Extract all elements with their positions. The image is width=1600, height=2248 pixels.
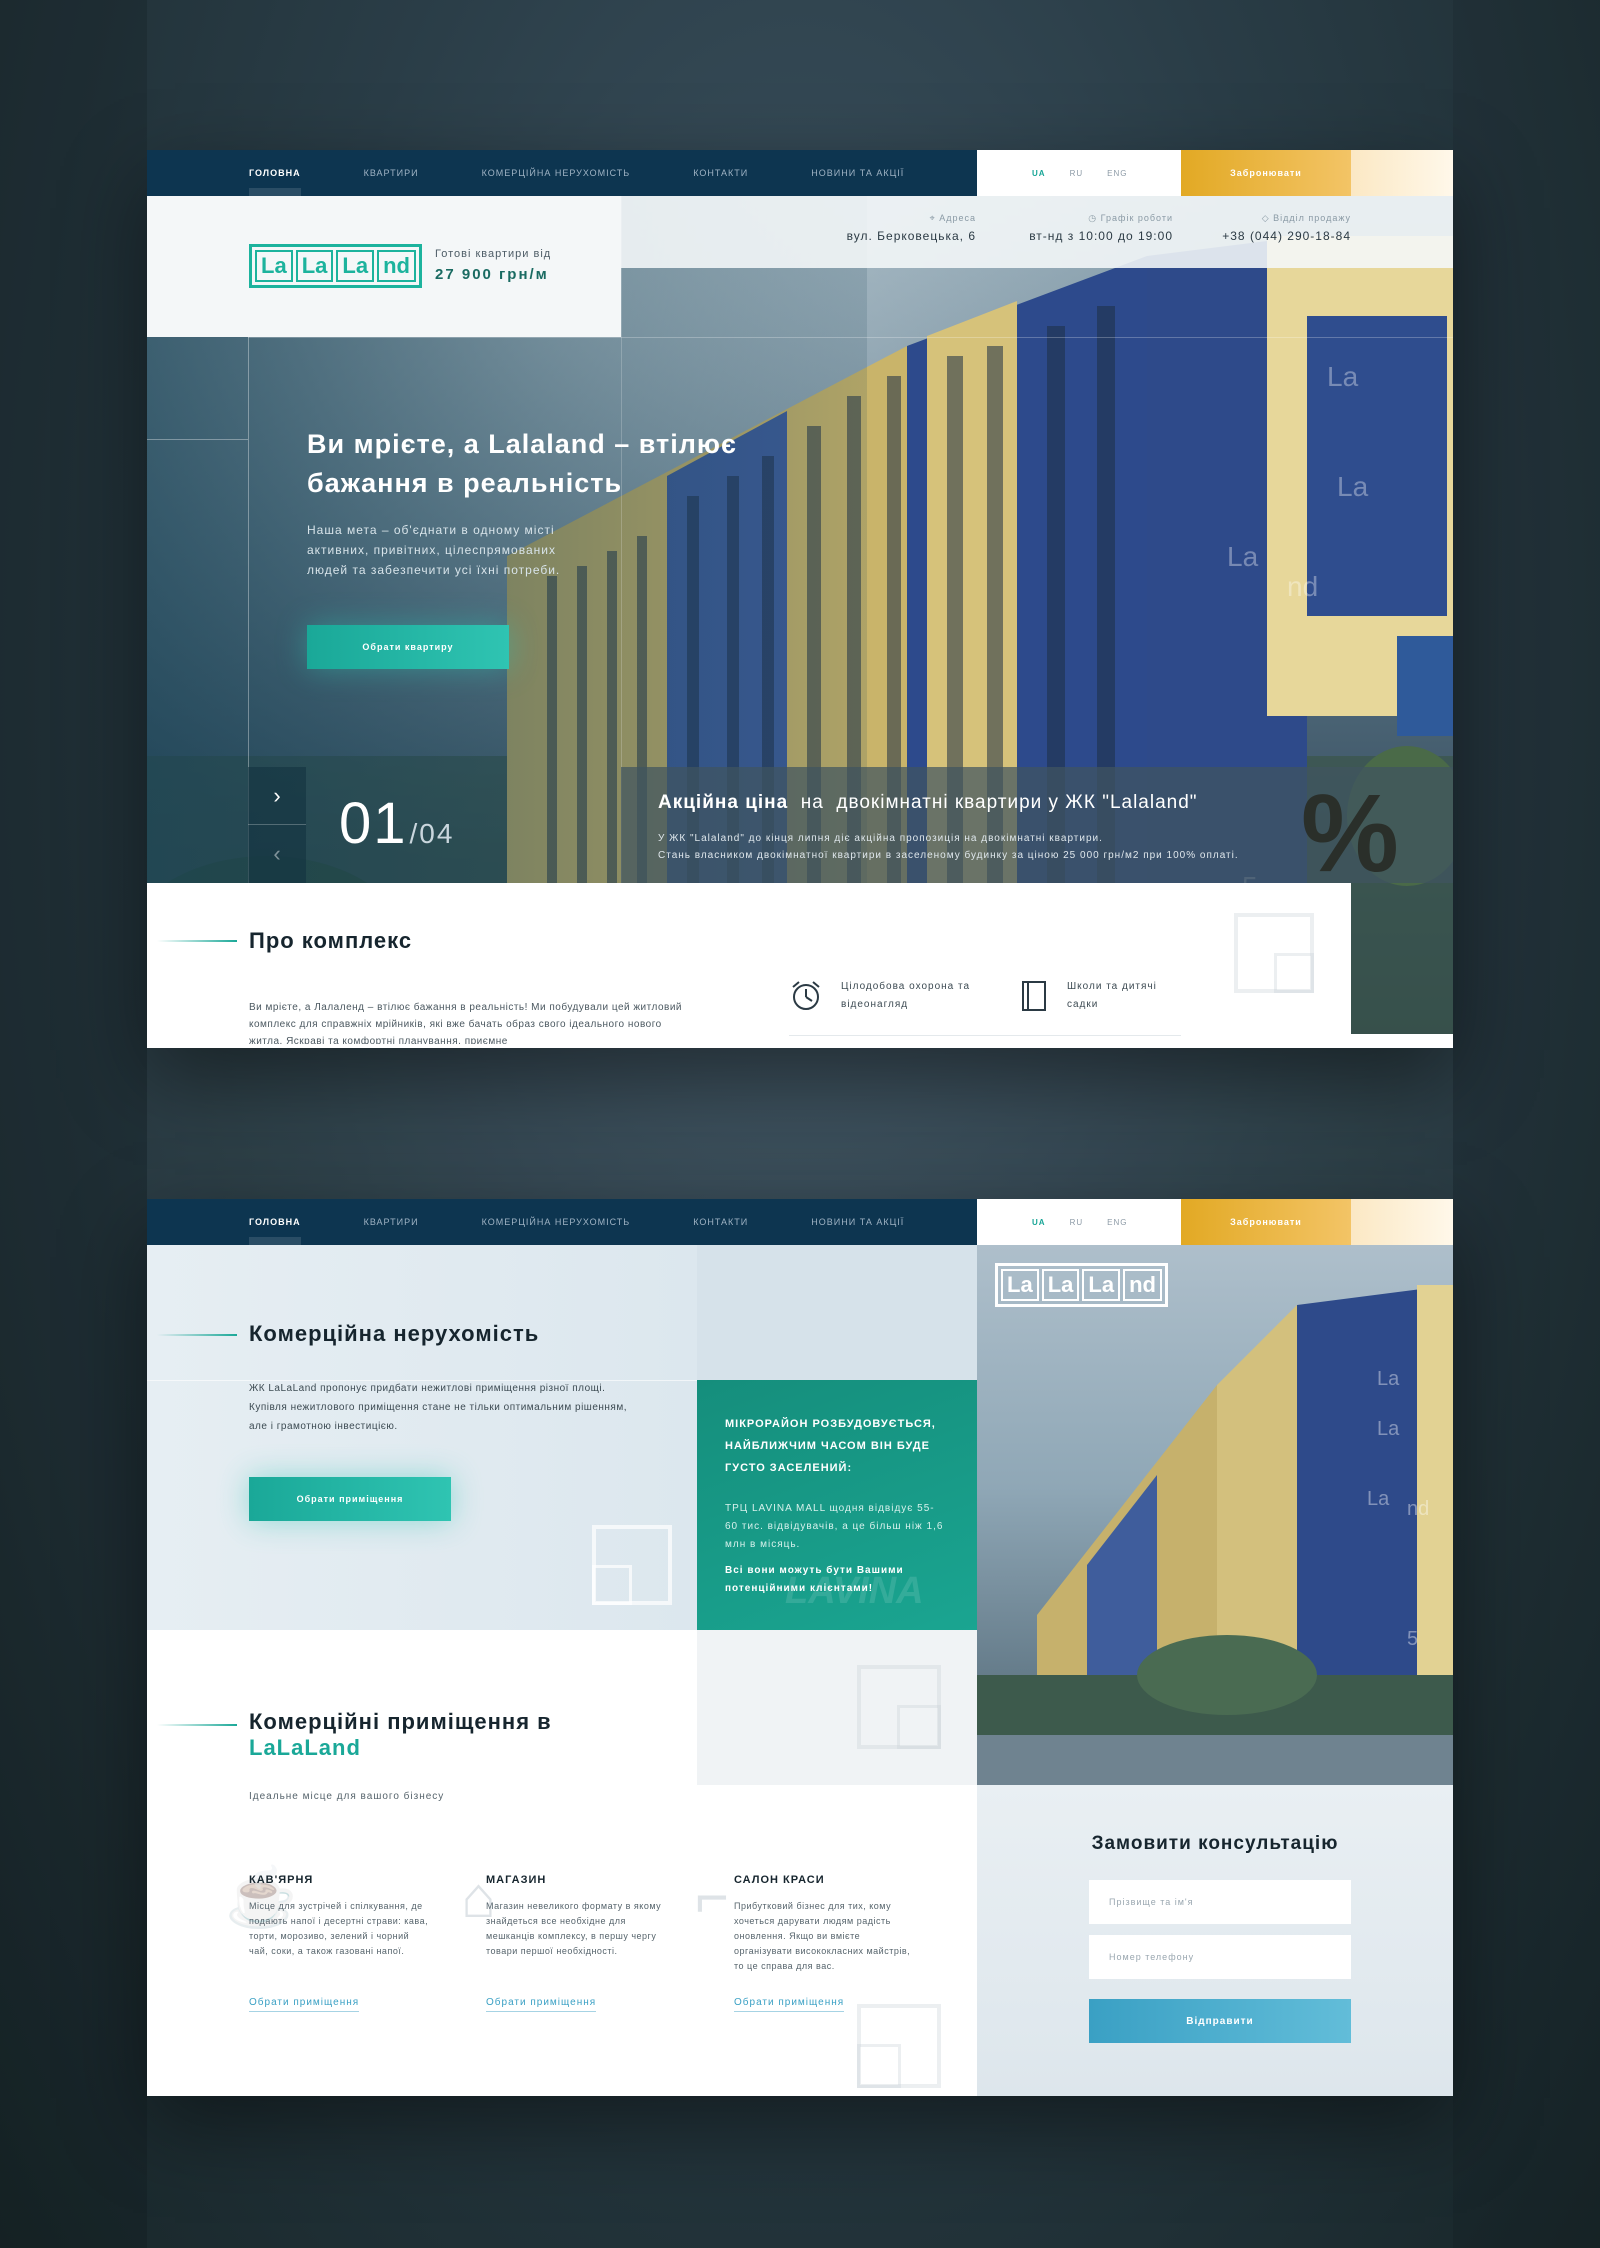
sales-phone[interactable]: +38 (044) 290-18-84 [1151, 229, 1351, 243]
hero-title: Ви мрієте, а Lalaland – втілює бажання в… [307, 429, 737, 498]
svg-text:La: La [1377, 1368, 1400, 1390]
commercial-title: Комерційна нерухомість [249, 1321, 540, 1346]
homepage-screen: LaLaLand5 LaLaLand Готові квартири від 2… [147, 150, 1453, 1048]
commercial-text: ЖК LaLaLand пропонує придбати нежитлові … [249, 1383, 627, 1432]
svg-text:La: La [1327, 361, 1359, 392]
percent-icon: % [1301, 772, 1399, 895]
nav-item-contacts[interactable]: Контакти [693, 168, 748, 178]
sales-block: ◇ Відділ продажу +38 (044) 290-18-84 [1151, 213, 1351, 243]
nav-item-apartments[interactable]: Квартири [364, 1217, 419, 1227]
address-block: ⌖ Адреса вул. Берковецька, 6 [676, 213, 976, 243]
lang-ua[interactable]: UA [1032, 169, 1046, 178]
book-icon [1022, 981, 1046, 1011]
book-button[interactable]: Забронювати [1181, 150, 1351, 196]
card-salon-title: САЛОН КРАСИ [734, 1874, 825, 1886]
price-value: 27 900 грн/м [435, 266, 549, 283]
chevron-right-icon[interactable]: › [248, 767, 306, 825]
commercial-screen: Комерційна нерухомість ЖК LaLaLand пропо… [147, 1199, 1453, 2096]
building-image: La La La nd 5 La La La nd [977, 1245, 1453, 1785]
svg-text:5: 5 [1407, 1628, 1418, 1650]
slide-counter: 01/04 [339, 791, 455, 856]
nav-item-apartments[interactable]: Квартири [364, 168, 419, 178]
lang-eng[interactable]: ENG [1107, 169, 1127, 178]
svg-text:nd: nd [1287, 571, 1318, 602]
promo-line-1: У ЖК "Lalaland" до кінця липня діє акцій… [658, 833, 1103, 844]
svg-text:La: La [1377, 1418, 1400, 1440]
top-navigation: Головна Квартири Комерційна нерухомість … [147, 150, 1453, 196]
lang-ru[interactable]: RU [1070, 1218, 1084, 1227]
district-info-box: МІКРОРАЙОН РОЗБУДОВУЄТЬСЯ, НАЙБЛИЖЧИМ ЧА… [697, 1380, 977, 1630]
card-shop-text: Магазин невеликого формату в якому знайд… [486, 1901, 662, 1956]
lang-ua[interactable]: UA [1032, 1218, 1046, 1227]
choose-premises-button[interactable]: Обрати приміщення [249, 1477, 451, 1521]
card-cafe-link[interactable]: Обрати приміщення [249, 1997, 360, 2012]
name-field[interactable]: Прізвище та ім'я [1089, 1880, 1351, 1924]
svg-text:La: La [1337, 471, 1369, 502]
lavina-logo: LAVINA [785, 1570, 924, 1612]
card-salon-link[interactable]: Обрати приміщення [734, 1997, 845, 2012]
price-label: Готові квартири від [435, 248, 552, 260]
pin-icon: ⌖ [929, 213, 940, 223]
district-text: ТРЦ LAVINA MALL щодня відвідує 55-60 тис… [725, 1503, 944, 1550]
top-navigation-2: Головна Квартири Комерційна нерухомість … [147, 1199, 1453, 1245]
submit-button[interactable]: Відправити [1089, 1999, 1351, 2043]
phone-field[interactable]: Номер телефону [1089, 1935, 1351, 1979]
alarm-clock-icon [792, 981, 820, 1010]
promo-title: Акційна ціна [658, 792, 789, 813]
nav-item-home[interactable]: Головна [249, 1217, 301, 1245]
premises-title: Комерційні приміщення в LaLaLand [249, 1709, 552, 1760]
nav-item-news[interactable]: Новини та акції [811, 1217, 904, 1227]
card-shop-link[interactable]: Обрати приміщення [486, 1997, 597, 2012]
lang-ru[interactable]: RU [1070, 169, 1084, 178]
header-logo-area: La La La nd Готові квартири від 27 900 грн/… [147, 196, 621, 337]
nav-item-contacts[interactable]: Контакти [693, 1217, 748, 1227]
slider-controls: › ‹ [248, 767, 306, 883]
premises-subtitle: Ідеальне місце для вашого бізнесу [249, 1791, 445, 1802]
card-salon-text: Прибутковий бізнес для тих, кому хочетьс… [734, 1901, 911, 1971]
consult-title: Замовити консультацію [1091, 1833, 1339, 1854]
about-section: Про комплекс Ви мрієте, а Лалаленд – вті… [147, 883, 1351, 1048]
promo-line-2: Стань власником двокімнатної квартири в … [658, 850, 1239, 861]
svg-text:nd: nd [1407, 1498, 1429, 1520]
card-cafe-text: Місце для зустрічей і спілкування, де по… [249, 1901, 429, 1956]
hero-text: Наша мета – об'єднати в одному місті акт… [307, 523, 561, 577]
book-button[interactable]: Забронювати [1181, 1199, 1351, 1245]
about-title: Про комплекс [249, 928, 413, 953]
logo-white[interactable]: La La La nd [995, 1263, 1168, 1307]
nav-item-commercial[interactable]: Комерційна нерухомість [482, 168, 631, 178]
svg-text:La: La [1367, 1488, 1390, 1510]
commercial-intro: Комерційна нерухомість ЖК LaLaLand пропо… [147, 1245, 698, 1630]
card-cafe-title: КАВ'ЯРНЯ [249, 1874, 314, 1886]
feature-schools: Школи та дитячі садки [1019, 978, 1157, 1014]
feature-security: Цілодобова охорона та відеонагляд [789, 978, 971, 1014]
about-text: Ви мрієте, а Лалаленд – втілює бажання в… [249, 1002, 682, 1044]
address-value: вул. Берковецька, 6 [846, 229, 976, 243]
chevron-left-icon[interactable]: ‹ [248, 825, 306, 883]
high-heel-icon: ⌐ [695, 1865, 729, 1930]
promo-banner: Акційна ціна на двокімнатні квартири у Ж… [621, 767, 1453, 889]
choose-apartment-button[interactable]: Обрати квартиру [307, 625, 509, 669]
district-heading: МІКРОРАЙОН РОЗБУДОВУЄТЬСЯ, НАЙБЛИЖЧИМ ЧА… [725, 1418, 936, 1474]
consultation-form: Замовити консультацію Прізвище та ім'я Н… [977, 1785, 1453, 2096]
nav-item-commercial[interactable]: Комерційна нерухомість [482, 1217, 631, 1227]
hours-block: ◷ Графік роботи вт-нд з 10:00 до 19:00 [973, 213, 1173, 243]
lang-eng[interactable]: ENG [1107, 1218, 1127, 1227]
nav-item-news[interactable]: Новини та акції [811, 168, 904, 178]
hours-value: вт-нд з 10:00 до 19:00 [1029, 229, 1173, 243]
card-shop-title: МАГАЗИН [486, 1874, 547, 1886]
clock-icon: ◷ [1088, 213, 1101, 223]
svg-text:La: La [1227, 541, 1259, 572]
logo[interactable]: La La La nd [249, 244, 422, 288]
nav-item-home[interactable]: Головна [249, 168, 301, 196]
tag-icon: ◇ [1261, 213, 1274, 223]
